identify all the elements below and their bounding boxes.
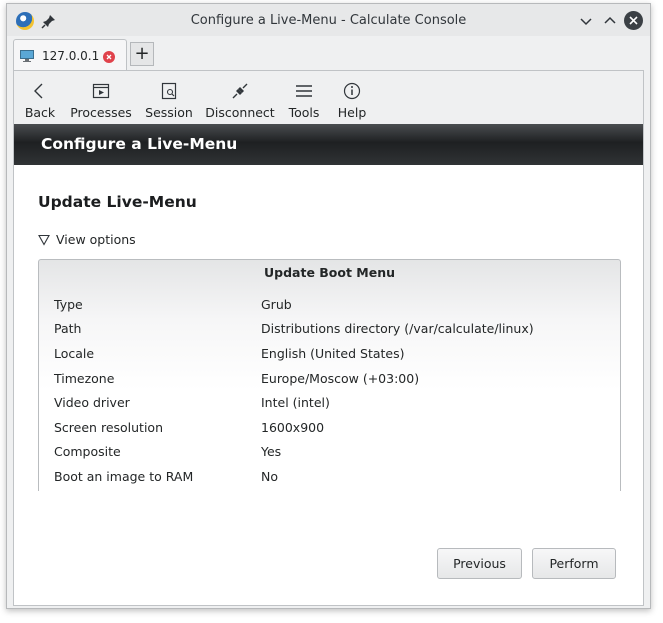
row-label: Composite [54, 444, 121, 459]
window-title: Configure a Live-Menu - Calculate Consol… [190, 13, 467, 28]
toolbar-disconnect-label: Disconnect [205, 105, 275, 120]
view-options-label: View options [56, 232, 136, 247]
hamburger-icon [296, 85, 312, 97]
panel-row-timezone: Timezone Europe/Moscow (+03:00) [39, 371, 620, 391]
row-label: Boot an image to RAM [54, 469, 194, 484]
triangle-down-icon [38, 234, 50, 246]
panel-row-composite: Composite Yes [39, 444, 620, 464]
info-icon [343, 82, 361, 100]
toolbar-back[interactable]: Back [20, 71, 60, 124]
row-label: Path [54, 321, 82, 336]
page-header-title: Configure a Live-Menu [41, 135, 238, 153]
row-value: 1600x900 [261, 420, 325, 435]
tab-bar: 127.0.0.1 + [7, 36, 650, 72]
row-value: Intel (intel) [261, 395, 330, 410]
back-arrow-icon [34, 83, 43, 99]
panel-row-boot-image-ram: Boot an image to RAM No [39, 469, 620, 489]
toolbar-help[interactable]: Help [334, 71, 370, 124]
previous-button[interactable]: Previous [437, 548, 522, 579]
monitor-icon [20, 50, 34, 62]
session-icon [161, 82, 177, 100]
row-value: Yes [261, 444, 282, 459]
row-value: Grub [261, 297, 292, 312]
row-label: Locale [54, 346, 95, 361]
view-options-toggle[interactable]: View options [38, 232, 136, 247]
toolbar-session-label: Session [145, 105, 193, 120]
maximize-icon[interactable] [601, 12, 619, 30]
panel-row-path: Path Distributions directory (/var/calcu… [39, 321, 620, 341]
toolbar-help-label: Help [337, 105, 367, 120]
content-frame: Back Processes Session Disconnect Tools … [13, 70, 644, 606]
minimize-icon[interactable] [577, 12, 595, 30]
row-value: English (United States) [261, 346, 405, 361]
processes-icon [92, 83, 110, 99]
close-window-icon[interactable] [624, 11, 643, 30]
title-bar[interactable]: Configure a Live-Menu - Calculate Consol… [7, 4, 650, 36]
row-value: No [261, 469, 278, 484]
toolbar-back-label: Back [24, 105, 56, 120]
perform-button[interactable]: Perform [532, 548, 616, 579]
toolbar-processes[interactable]: Processes [69, 71, 133, 124]
update-boot-menu-panel: Update Boot Menu Type Grub Path Distribu… [38, 259, 621, 491]
disconnect-icon [232, 83, 248, 99]
toolbar-disconnect[interactable]: Disconnect [205, 71, 275, 124]
tab-label: 127.0.0.1 [42, 49, 100, 63]
panel-row-locale: Locale English (United States) [39, 346, 620, 366]
toolbar-tools-label: Tools [288, 105, 320, 120]
toolbar-processes-label: Processes [70, 105, 132, 120]
row-value: Distributions directory (/var/calculate/… [261, 321, 534, 336]
toolbar-tools[interactable]: Tools [285, 71, 323, 124]
section-title: Update Live-Menu [38, 193, 197, 211]
page-header: Configure a Live-Menu [14, 124, 643, 165]
toolbar: Back Processes Session Disconnect Tools … [14, 71, 643, 124]
new-tab-button[interactable]: + [130, 42, 154, 66]
panel-row-video-driver: Video driver Intel (intel) [39, 395, 620, 415]
row-label: Type [54, 297, 83, 312]
row-label: Video driver [54, 395, 130, 410]
row-label: Timezone [54, 371, 115, 386]
close-tab-icon[interactable] [103, 51, 115, 63]
app-window: Configure a Live-Menu - Calculate Consol… [6, 3, 651, 609]
tab-127-0-0-1[interactable]: 127.0.0.1 [13, 39, 127, 72]
row-label: Screen resolution [54, 420, 164, 435]
panel-row-type: Type Grub [39, 297, 620, 317]
panel-title: Update Boot Menu [263, 265, 396, 280]
toolbar-session[interactable]: Session [143, 71, 195, 124]
row-value: Europe/Moscow (+03:00) [261, 371, 420, 386]
panel-row-screen-resolution: Screen resolution 1600x900 [39, 420, 620, 440]
